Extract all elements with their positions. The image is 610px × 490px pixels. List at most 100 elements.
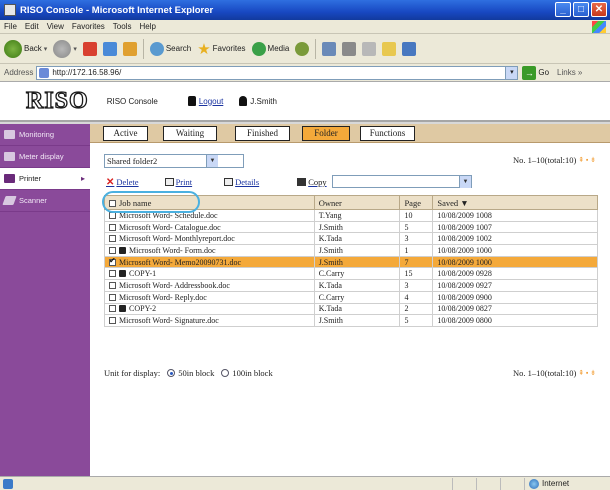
cell-owner: K.Tada	[313, 302, 401, 316]
cell-page: 10	[399, 209, 434, 222]
forward-arrow-icon	[53, 39, 72, 58]
pager-text: No. 1–10(total:10)	[513, 368, 577, 378]
copy-job-icon	[119, 305, 126, 313]
messenger-icon[interactable]	[402, 41, 417, 56]
row-checkbox[interactable]	[109, 293, 116, 301]
cell-saved: 10/08/2009 0800	[432, 314, 598, 327]
sidebar-item-meter-display[interactable]: Meter display	[0, 146, 90, 168]
tab-folder[interactable]: Folder	[302, 126, 350, 141]
folder-icon[interactable]	[382, 41, 397, 56]
chevron-down-icon: ▾	[43, 45, 48, 53]
tab-waiting[interactable]: Waiting	[163, 126, 217, 141]
copy-job-icon	[119, 270, 126, 278]
cell-owner: K.Tada	[313, 232, 401, 246]
row-checkbox[interactable]	[109, 317, 116, 325]
print-label: Print	[175, 177, 193, 187]
edit-icon[interactable]	[362, 41, 377, 56]
logout-link[interactable]: Logout	[187, 96, 223, 106]
chevron-down-icon[interactable]: ▼	[206, 155, 218, 167]
page-icon	[39, 67, 50, 78]
job-name-text: Microsoft Word- Reply.doc	[119, 292, 207, 302]
header-page[interactable]: Page	[399, 195, 434, 210]
row-checkbox[interactable]	[109, 235, 116, 243]
menu-favorites[interactable]: Favorites	[72, 22, 105, 31]
address-label: Address	[4, 68, 34, 77]
header-saved[interactable]: Saved ▼	[432, 195, 598, 210]
menu-help[interactable]: Help	[139, 22, 155, 31]
tab-finished[interactable]: Finished	[235, 126, 290, 141]
row-checkbox-checked[interactable]	[109, 257, 116, 266]
menu-tools[interactable]: Tools	[113, 22, 132, 31]
home-icon[interactable]	[122, 41, 137, 56]
star-icon: ★	[197, 40, 211, 58]
pager-top: No. 1–10(total:10) ⇞ ▪ ⇟	[513, 155, 596, 165]
copy-destination-select[interactable]: ▼	[332, 175, 472, 188]
cell-saved: 10/08/2009 0900	[432, 290, 598, 304]
table-row[interactable]: Microsoft Word- Addressbook.doc K.Tada 3…	[104, 279, 598, 292]
go-button[interactable]: → Go	[522, 65, 549, 80]
menu-edit[interactable]: Edit	[25, 22, 39, 31]
row-checkbox[interactable]	[109, 246, 116, 254]
table-row[interactable]: Microsoft Word- Monthlyreport.doc K.Tada…	[104, 232, 598, 246]
details-icon	[224, 178, 234, 186]
search-button[interactable]: Search	[149, 41, 191, 56]
job-table: Job name Owner Page Saved ▼ Microsoft Wo…	[104, 195, 598, 327]
table-row[interactable]: Microsoft Word- Signature.doc J.Smith 5 …	[104, 314, 598, 327]
chevron-down-icon[interactable]: ▼	[459, 176, 471, 188]
cell-page: 3	[399, 279, 434, 292]
cell-job-name: Microsoft Word- Catalogue.doc	[104, 220, 315, 234]
page-nav-icons[interactable]: ⇞ ▪ ⇟	[578, 369, 596, 377]
table-row[interactable]: COPY-1 C.Carry 15 10/08/2009 0928	[104, 267, 598, 281]
favorites-button[interactable]: ★ Favorites	[197, 40, 245, 58]
stop-icon[interactable]	[82, 41, 97, 56]
status-cell	[476, 477, 500, 490]
address-input[interactable]: http://172.16.58.96/ ▾	[36, 65, 519, 80]
links-button[interactable]: Links »	[557, 68, 582, 77]
minimize-button[interactable]: _	[555, 2, 571, 17]
row-checkbox[interactable]	[109, 270, 116, 278]
row-checkbox[interactable]	[109, 281, 116, 289]
tab-active[interactable]: Active	[103, 126, 148, 141]
header-owner[interactable]: Owner	[313, 195, 401, 210]
sidebar-item-scanner[interactable]: Scanner	[0, 190, 90, 212]
user-name: J.Smith	[250, 96, 277, 106]
mail-icon[interactable]	[322, 41, 337, 56]
delete-button[interactable]: ✕ Delete	[106, 177, 139, 188]
menu-file[interactable]: File	[4, 22, 17, 31]
radio-50-block[interactable]	[167, 369, 176, 377]
status-cells: Internet	[452, 477, 610, 490]
folder-select[interactable]: Shared folder2 ▼	[104, 154, 244, 168]
delete-label: Delete	[116, 177, 139, 187]
sidebar-item-monitoring[interactable]: Monitoring	[0, 124, 90, 146]
back-label: Back	[24, 44, 42, 53]
sidebar-item-printer[interactable]: Printer	[0, 168, 90, 190]
cell-page: 5	[399, 314, 434, 327]
tab-functions[interactable]: Functions	[360, 126, 415, 141]
scanner-icon	[2, 196, 17, 205]
maximize-button[interactable]: □	[573, 2, 589, 17]
table-row[interactable]: Microsoft Word- Form.doc J.Smith 1 10/08…	[104, 244, 598, 257]
back-button[interactable]: Back ▾	[4, 39, 48, 58]
page-nav-icons[interactable]: ⇞ ▪ ⇟	[578, 156, 596, 164]
table-row[interactable]: Microsoft Word- Reply.doc C.Carry 4 10/0…	[104, 290, 598, 304]
history-icon[interactable]	[295, 41, 310, 56]
table-row-selected[interactable]: Microsoft Word- Memo20090731.doc J.Smith…	[104, 255, 598, 269]
row-checkbox[interactable]	[109, 223, 116, 231]
table-row[interactable]: Microsoft Word- Catalogue.doc J.Smith 5 …	[104, 220, 598, 234]
delete-x-icon: ✕	[106, 176, 115, 188]
details-button[interactable]: Details	[224, 177, 259, 187]
chevron-down-icon[interactable]: ▾	[505, 66, 518, 79]
pager-text: No. 1–10(total:10)	[513, 155, 577, 165]
radio-100-block[interactable]	[221, 369, 230, 377]
sidebar-item-label: Printer	[19, 174, 42, 183]
close-button[interactable]: ✕	[591, 2, 607, 17]
row-checkbox[interactable]	[109, 305, 116, 313]
print-button[interactable]: Print	[164, 177, 193, 187]
media-button[interactable]: Media	[251, 41, 289, 56]
print-icon[interactable]	[342, 41, 357, 56]
menu-view[interactable]: View	[47, 22, 64, 31]
table-row[interactable]: COPY-2 K.Tada 2 10/08/2009 0827	[104, 302, 598, 316]
forward-button[interactable]: ▾	[53, 39, 77, 58]
refresh-icon[interactable]	[102, 41, 117, 56]
cell-owner: J.Smith	[313, 220, 401, 234]
